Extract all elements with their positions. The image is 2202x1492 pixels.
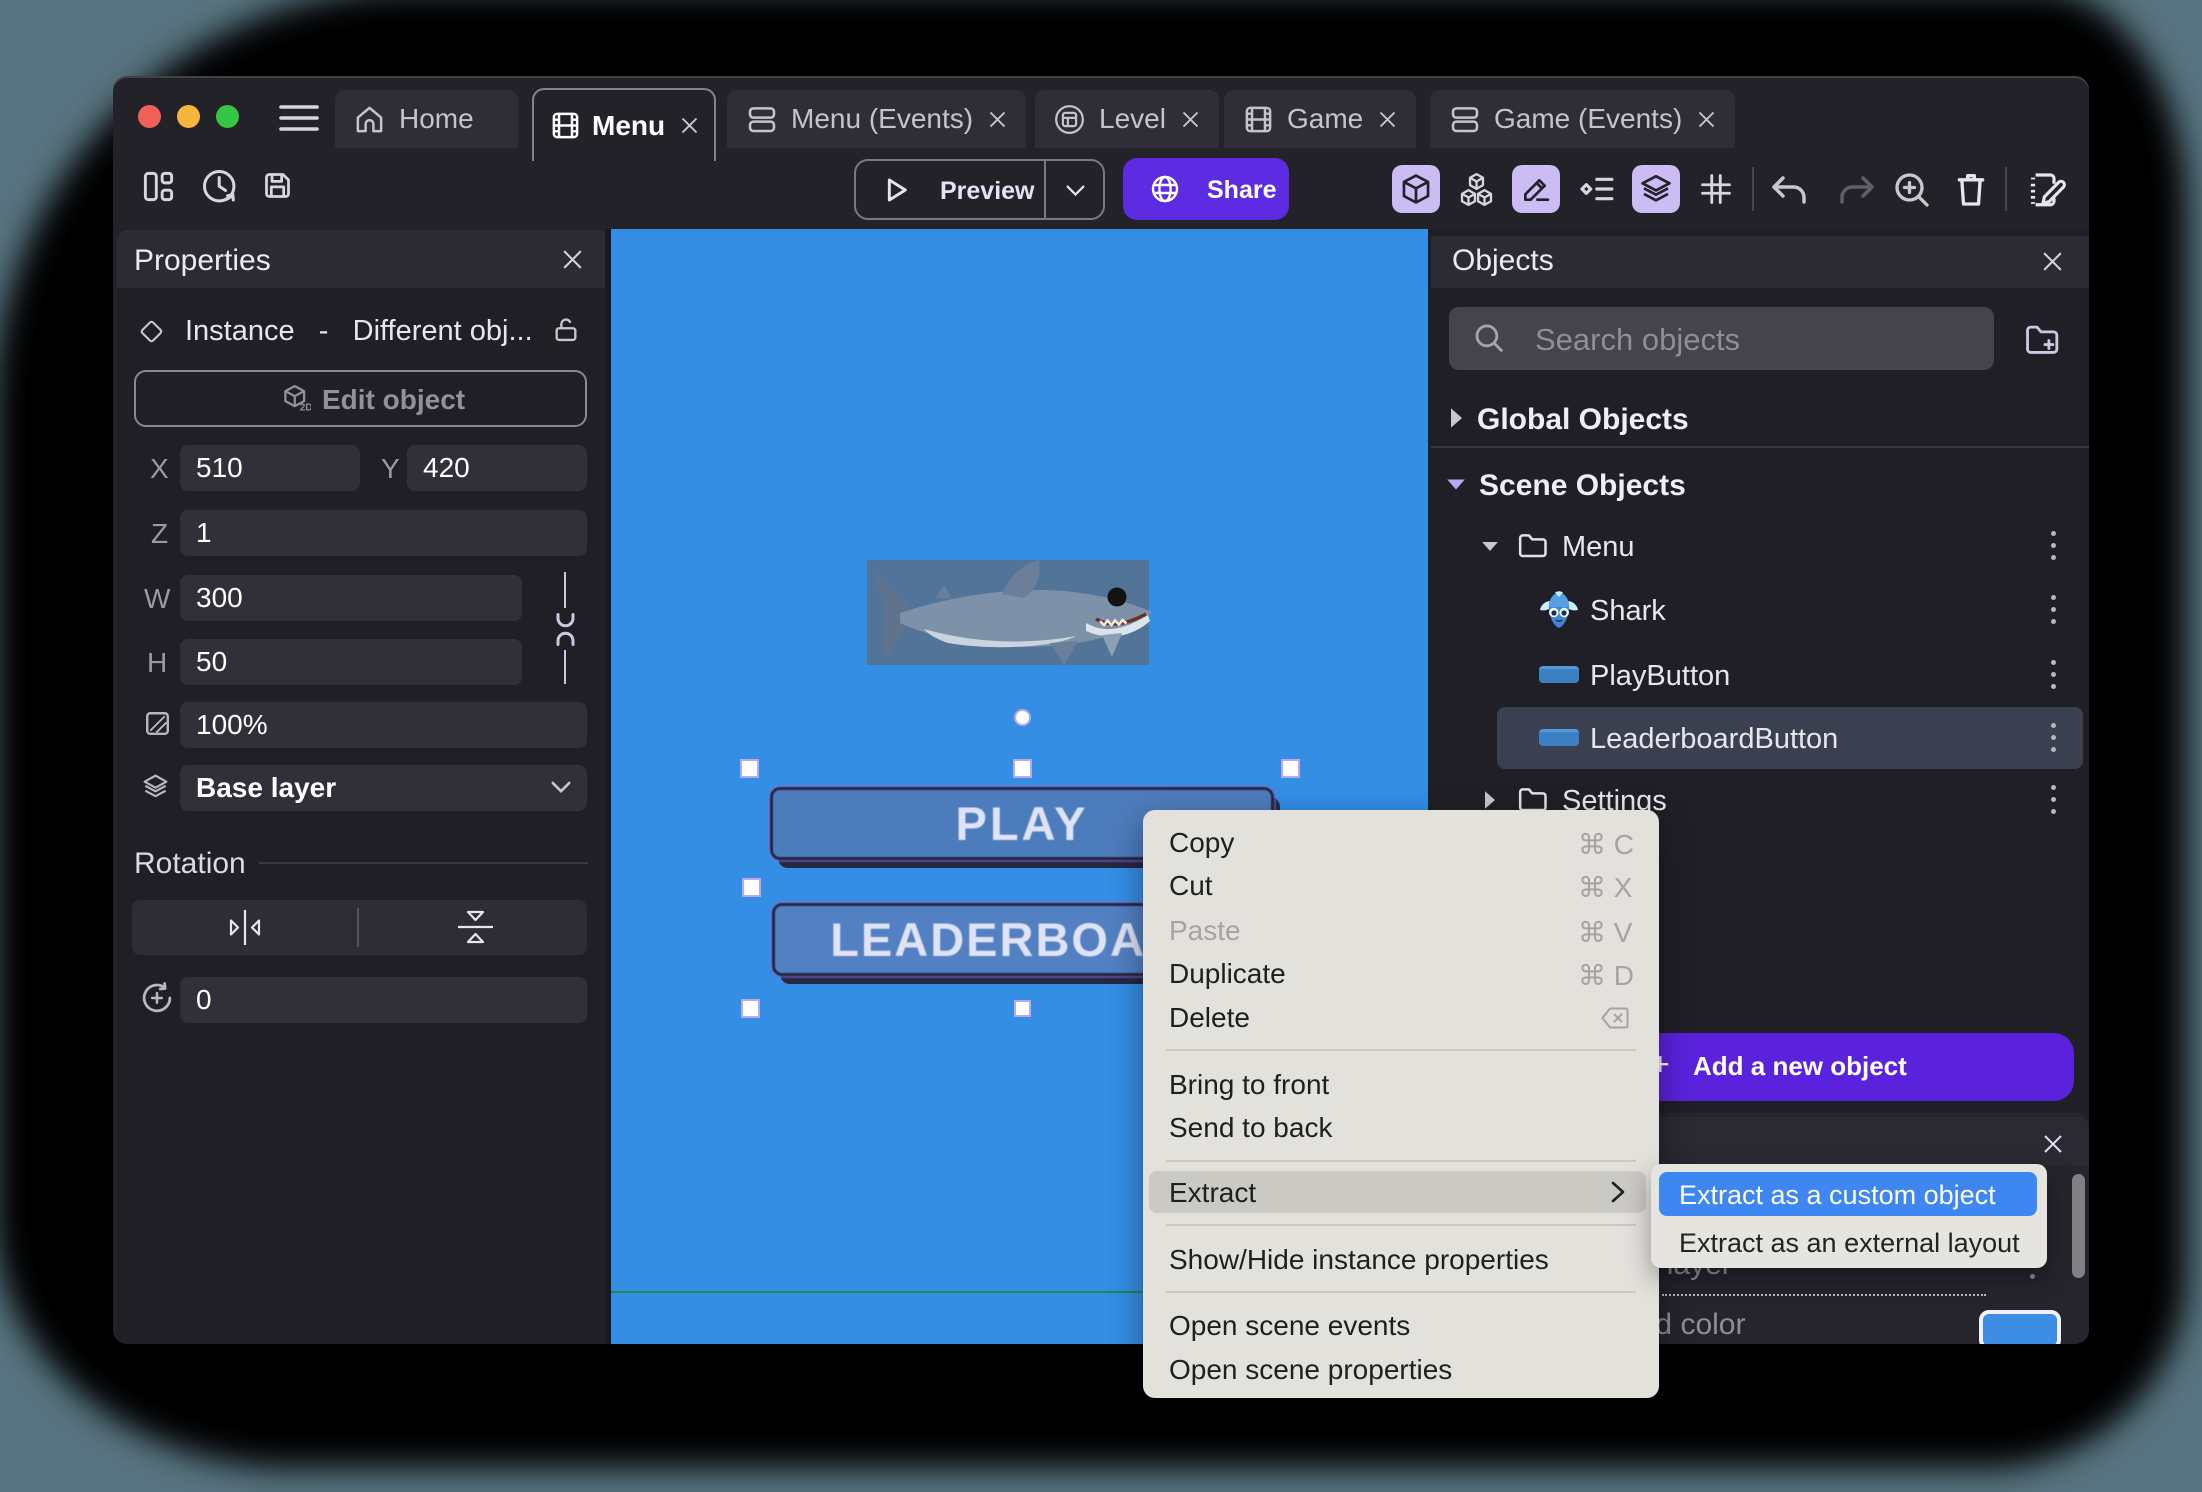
svg-text:2D: 2D: [300, 403, 311, 414]
